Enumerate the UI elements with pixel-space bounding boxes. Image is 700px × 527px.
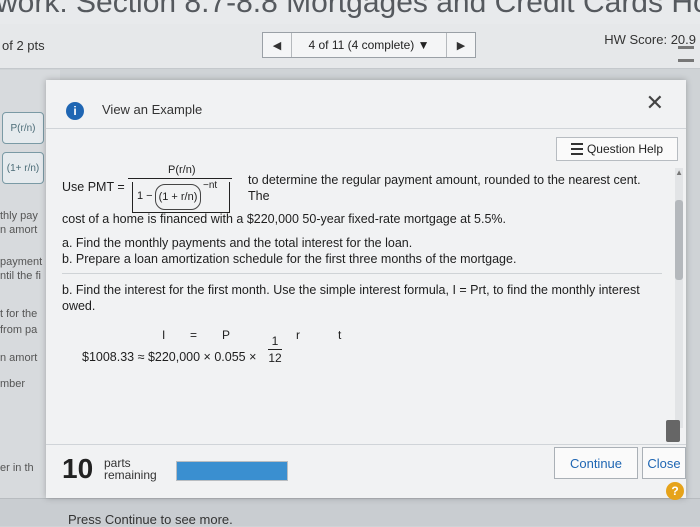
formula-thumbnail: (1+ r/n) [2,152,44,184]
next-question-button[interactable]: ▶ [447,33,475,57]
background-text: n amort [0,352,38,364]
view-example-dialog: i View an Example ✕ Question Help ▲ Use … [46,80,686,527]
formula-thumbnail: P(r/n) [2,112,44,144]
parts-remaining-count: 10 [62,453,94,484]
triangle-right-icon: ▶ [456,39,466,52]
progress-fill [177,462,287,480]
part-a-text: a. Find the monthly payments and the tot… [62,236,413,250]
problem-text: cost of a home is financed with a $220,0… [62,212,507,226]
close-button[interactable]: Close [642,447,686,479]
menu-lines-icon[interactable] [678,46,694,62]
continue-button[interactable]: Continue [554,447,638,479]
parts-remaining-label: parts remaining [104,456,157,482]
question-help-label: Question Help [586,142,664,156]
scrollbar-thumb[interactable] [675,200,683,280]
question-status-dropdown[interactable]: 4 of 11 (4 complete) ▼ [291,33,447,57]
pmt-exponent: −nt [203,180,218,191]
equation: $1008.33 ≈ $220,000 × 0.055 × [82,350,257,364]
question-navigator: ◀ 4 of 11 (4 complete) ▼ ▶ [262,32,476,58]
dialog-footer: 10 parts remaining Continue Close [46,444,686,499]
pmt-label: Use PMT = [62,180,125,194]
side-panel-toggle[interactable] [666,420,680,442]
equation-fraction: 1 12 [268,334,282,365]
list-icon [570,143,583,155]
part-b-text: b. Prepare a loan amortization schedule … [62,252,517,266]
pmt-numerator: P(r/n) [168,164,196,176]
problem-text: to determine the regular payment amount,… [248,173,641,203]
points-label: of 2 pts [2,38,45,53]
divider [62,273,662,274]
background-text: ntil the fi [0,270,41,282]
background-text: n amort [0,224,38,236]
hw-score: HW Score: 20.9 [604,32,696,47]
interest-question: b. Find the interest for the first month… [62,283,640,313]
window-title-strip: work: Section 8.7-8.8 Mortgages and Cred… [0,0,700,24]
scroll-up-icon[interactable]: ▲ [675,168,683,177]
question-help-button[interactable]: Question Help [556,137,678,161]
assignment-title: work: Section 8.7-8.8 Mortgages and Cred… [0,0,700,19]
close-icon[interactable]: ✕ [646,90,664,116]
background-text: er in th [0,462,34,474]
info-icon: i [66,102,84,120]
triangle-left-icon: ◀ [272,39,282,52]
toolbar: of 2 pts ◀ 4 of 11 (4 complete) ▼ ▶ HW S… [0,24,700,69]
dialog-title: View an Example [102,102,203,117]
fraction-bar [128,178,232,179]
background-text: from pa [0,324,38,336]
background-text: mber [0,378,26,390]
background-text: payment [0,256,43,268]
pmt-denominator: 1 − (1 + r/n) −nt [132,180,230,213]
background-text: t for the [0,308,38,320]
background-text: thly pay [0,210,38,222]
dialog-header: i View an Example ✕ [46,80,686,129]
previous-question-button[interactable]: ◀ [263,33,291,57]
progress-bar [176,461,288,481]
question-status-label: 4 of 11 (4 complete) ▼ [308,38,430,52]
